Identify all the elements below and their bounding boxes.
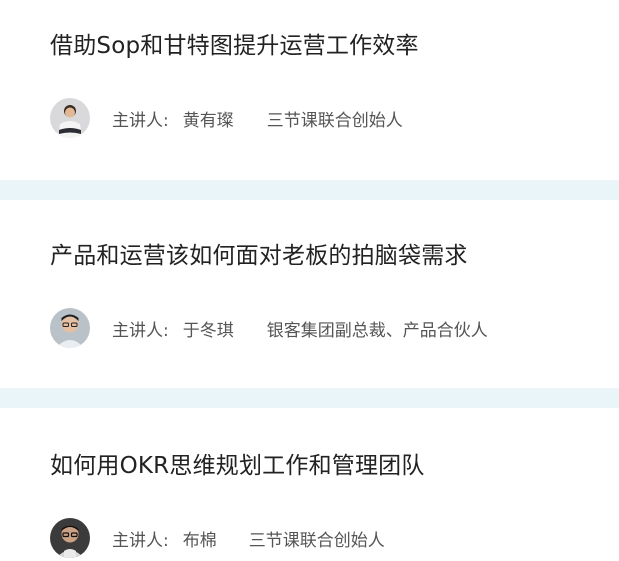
speaker-label: 主讲人: (112, 320, 169, 341)
course-card[interactable]: 如何用OKR思维规划工作和管理团队 主讲人: 布棉 三节课联合创始人 (0, 408, 619, 561)
avatar-person-glasses-dark-icon (50, 518, 90, 558)
course-title[interactable]: 如何用OKR思维规划工作和管理团队 (50, 446, 425, 480)
speaker-row: 主讲人: 黄有璨 三节课联合创始人 (50, 98, 403, 138)
course-list: 借助Sop和甘特图提升运营工作效率 主讲人: 黄有璨 三节课联合创始人 产品和运… (0, 0, 619, 561)
speaker-name: 于冬琪 (182, 320, 234, 341)
speaker-label: 主讲人: (112, 110, 169, 131)
speaker-role: 三节课联合创始人 (248, 530, 385, 551)
course-card[interactable]: 产品和运营该如何面对老板的拍脑袋需求 主讲人: 于冬琪 银客集团副总裁、产品合伙… (0, 200, 619, 388)
course-title[interactable]: 借助Sop和甘特图提升运营工作效率 (50, 26, 419, 60)
course-title[interactable]: 产品和运营该如何面对老板的拍脑袋需求 (50, 236, 468, 270)
section-divider (0, 180, 619, 200)
section-divider (0, 388, 619, 408)
speaker-avatar (50, 98, 90, 138)
speaker-label: 主讲人: (112, 530, 169, 551)
speaker-avatar (50, 308, 90, 348)
avatar-person-glasses-icon (50, 308, 90, 348)
course-card[interactable]: 借助Sop和甘特图提升运营工作效率 主讲人: 黄有璨 三节课联合创始人 (0, 0, 619, 180)
speaker-role: 银客集团副总裁、产品合伙人 (266, 320, 488, 341)
speaker-name: 黄有璨 (182, 110, 234, 131)
speaker-avatar (50, 518, 90, 558)
speaker-row: 主讲人: 于冬琪 银客集团副总裁、产品合伙人 (50, 308, 488, 348)
speaker-role: 三节课联合创始人 (266, 110, 403, 131)
speaker-row: 主讲人: 布棉 三节课联合创始人 (50, 518, 385, 558)
speaker-name: 布棉 (182, 530, 217, 551)
avatar-person-sitting-icon (50, 98, 90, 138)
